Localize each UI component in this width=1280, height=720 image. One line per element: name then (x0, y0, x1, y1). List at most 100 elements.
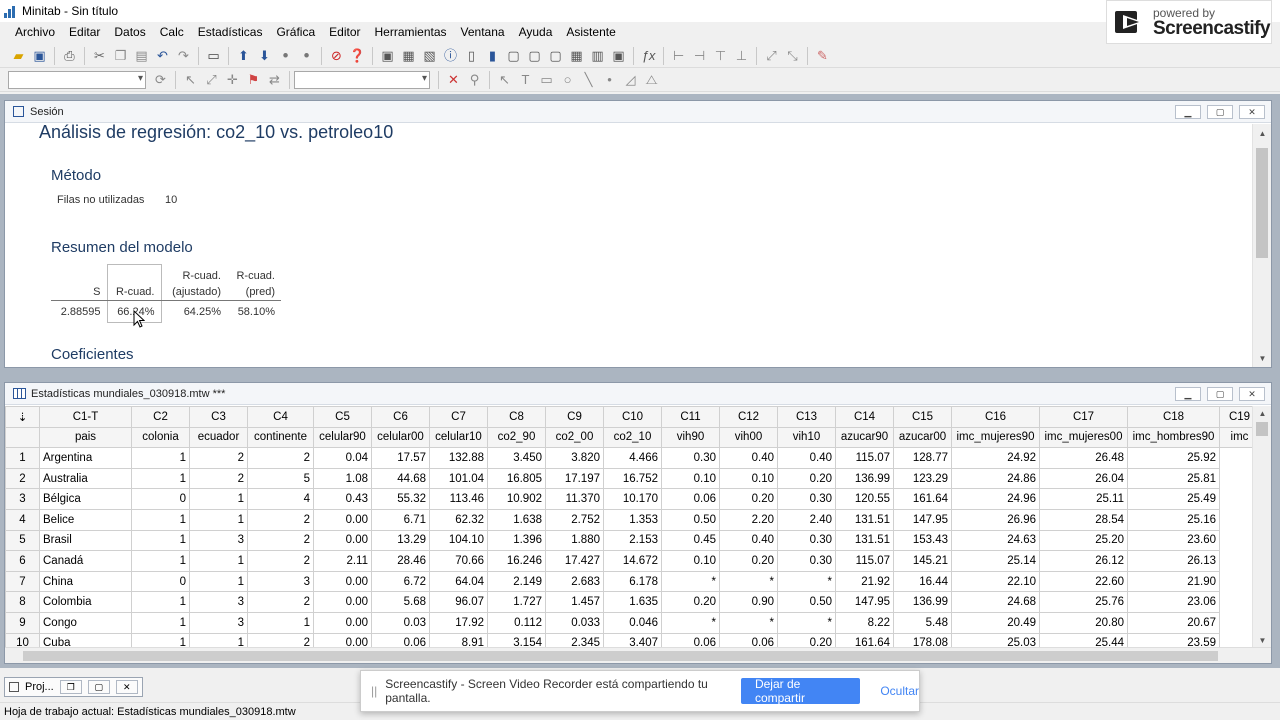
data-cell[interactable]: 3.820 (545, 447, 604, 469)
column-header[interactable]: C15 (893, 406, 952, 428)
data-cell[interactable]: 20.80 (1039, 611, 1128, 634)
zoom-icon[interactable]: ⚲ (466, 71, 484, 89)
column-header[interactable]: C1-T (39, 406, 132, 428)
data-cell[interactable]: 161.64 (893, 488, 952, 510)
minimize-button[interactable]: ▁ (1175, 105, 1201, 119)
data-cell[interactable]: 25.76 (1039, 591, 1128, 613)
data-cell[interactable]: 2.149 (487, 570, 546, 593)
data-cell[interactable]: 0.43 (313, 488, 372, 510)
data-cell[interactable]: 1 (131, 467, 190, 490)
row-number[interactable]: 2 (5, 467, 40, 490)
column-header[interactable]: C8 (487, 406, 546, 428)
column-header[interactable]: C9 (545, 406, 604, 428)
menu-editar[interactable]: Editar (62, 25, 107, 39)
column-name-cell[interactable]: co2_00 (545, 426, 604, 449)
worksheet-vertical-scrollbar[interactable]: ▲ ▼ (1252, 406, 1271, 647)
data-cell[interactable]: 147.95 (893, 508, 952, 531)
data-cell[interactable]: 13.29 (371, 529, 430, 552)
data-cell[interactable]: 1 (189, 570, 248, 593)
data-cell[interactable]: 24.96 (951, 488, 1040, 510)
data-cell[interactable]: 128.77 (893, 447, 952, 469)
data-cell[interactable]: Belice (39, 508, 132, 531)
data-cell[interactable]: Bélgica (39, 488, 132, 510)
data-cell[interactable]: 2.752 (545, 508, 604, 531)
data-cell[interactable]: 8.22 (835, 611, 894, 634)
refresh-icon[interactable]: ⟳ (152, 71, 170, 89)
data-cell[interactable]: 24.86 (951, 467, 1040, 490)
data-cell[interactable]: * (661, 570, 720, 593)
data-cell[interactable]: 6.72 (371, 570, 430, 593)
data-cell[interactable]: 25.49 (1127, 488, 1220, 510)
replace-icon[interactable]: ꔷ (298, 47, 316, 65)
data-cell[interactable]: 25.11 (1039, 488, 1128, 510)
data-cell[interactable]: 145.21 (893, 550, 952, 572)
column-name-cell[interactable]: imc_mujeres00 (1039, 426, 1128, 449)
formula-icon[interactable]: ƒx (640, 47, 658, 65)
menu-ayuda[interactable]: Ayuda (512, 25, 560, 39)
column-name-cell[interactable]: vih00 (719, 426, 778, 449)
data-cell[interactable]: 120.55 (835, 488, 894, 510)
data-cell[interactable]: 0.10 (719, 467, 778, 490)
maximize-button[interactable]: ▢ (1207, 387, 1233, 401)
data-cell[interactable]: 3 (247, 570, 314, 593)
data-cell[interactable]: 1 (131, 447, 190, 469)
data-cell[interactable]: 1.396 (487, 529, 546, 552)
column-header[interactable]: C7 (429, 406, 488, 428)
data-cell[interactable]: 26.96 (951, 508, 1040, 531)
row-number[interactable]: 8 (5, 591, 40, 613)
column-name-cell[interactable]: co2_10 (603, 426, 662, 449)
data-cell[interactable]: 0.50 (777, 591, 836, 613)
redo-icon[interactable]: ↷ (175, 47, 193, 65)
data-cell[interactable]: Colombia (39, 591, 132, 613)
undo-icon[interactable]: ↶ (154, 47, 172, 65)
data-cell[interactable]: 0.00 (313, 570, 372, 593)
data-cell[interactable]: * (719, 611, 778, 634)
column-name-cell[interactable]: celular90 (313, 426, 372, 449)
data-cell[interactable]: 113.46 (429, 488, 488, 510)
copy-icon[interactable]: ❐ (112, 47, 130, 65)
row-number[interactable]: 4 (5, 508, 40, 531)
data-cell[interactable]: * (777, 611, 836, 634)
data-cell[interactable]: 0.00 (313, 591, 372, 613)
column-header[interactable]: C4 (247, 406, 314, 428)
data-cell[interactable]: 28.54 (1039, 508, 1128, 531)
data-cell[interactable]: 1 (131, 529, 190, 552)
menu-estadisticas[interactable]: Estadísticas (191, 25, 270, 39)
open-folder-icon[interactable]: ▰ (10, 47, 28, 65)
data-cell[interactable]: 26.13 (1127, 550, 1220, 572)
close-button[interactable]: ✕ (115, 680, 138, 694)
data-cell[interactable]: 0.20 (719, 550, 778, 572)
data-cell[interactable]: Argentina (39, 447, 132, 469)
delete-x-icon[interactable]: ✕ (445, 71, 463, 89)
data-cell[interactable]: 0.40 (719, 529, 778, 552)
data-cell[interactable]: 6.178 (603, 570, 662, 593)
column-name-cell[interactable]: continente (247, 426, 314, 449)
data-cell[interactable]: 4 (247, 488, 314, 510)
data-cell[interactable]: 0.30 (777, 550, 836, 572)
stop-sharing-button[interactable]: Dejar de compartir (740, 677, 861, 705)
data-cell[interactable]: 0.046 (603, 611, 662, 634)
ellipse-tool-icon[interactable]: ○ (559, 71, 577, 89)
data-cell[interactable]: 4.466 (603, 447, 662, 469)
info-icon[interactable]: ⓘ (442, 47, 460, 65)
column-header[interactable]: C13 (777, 406, 836, 428)
data-cell[interactable]: 16.246 (487, 550, 546, 572)
column-name-cell[interactable]: vih90 (661, 426, 720, 449)
data-cell[interactable]: 153.43 (893, 529, 952, 552)
data-cell[interactable]: 26.12 (1039, 550, 1128, 572)
crosshair-icon[interactable]: ✛ (224, 71, 242, 89)
data-cell[interactable]: 2.683 (545, 570, 604, 593)
data-cell[interactable]: 2.11 (313, 550, 372, 572)
data-cell[interactable]: 23.60 (1127, 529, 1220, 552)
data-cell[interactable]: 0.10 (661, 467, 720, 490)
data-cell[interactable]: 2 (247, 529, 314, 552)
data-cell[interactable]: 0.20 (661, 591, 720, 613)
data-cell[interactable]: 26.48 (1039, 447, 1128, 469)
data-cell[interactable]: 5.68 (371, 591, 430, 613)
scroll-up-icon[interactable]: ▲ (1253, 126, 1272, 140)
menu-archivo[interactable]: Archivo (8, 25, 62, 39)
data-cell[interactable]: 2.40 (777, 508, 836, 531)
data-cell[interactable]: 2 (247, 591, 314, 613)
data-cell[interactable]: 2.153 (603, 529, 662, 552)
data-cell[interactable]: 147.95 (835, 591, 894, 613)
